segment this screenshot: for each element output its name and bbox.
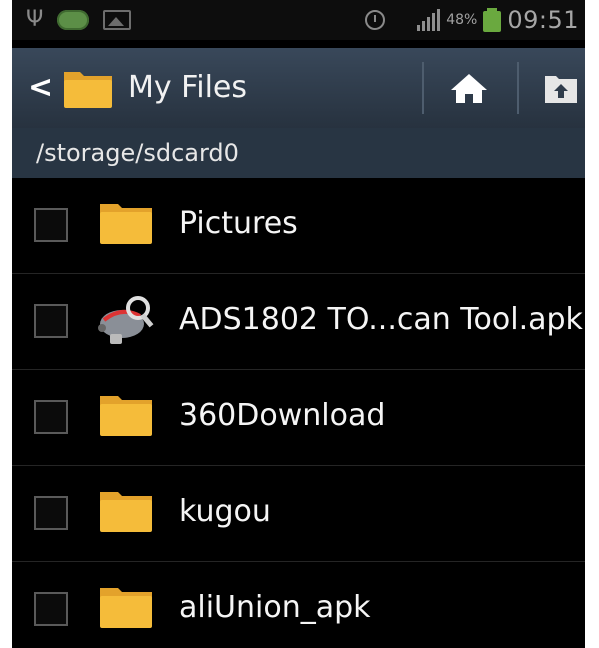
folder-icon [100, 204, 152, 244]
status-clock: 09:51 [507, 6, 579, 34]
breadcrumb: /storage/sdcard0 [12, 128, 585, 178]
list-item-kugou[interactable]: kugou [12, 466, 585, 562]
battery-percent: 48% [446, 12, 478, 28]
action-bar: < My Files [12, 48, 585, 128]
list-item-360download[interactable]: 360Download [12, 370, 585, 466]
file-name: Pictures [179, 206, 298, 241]
notification-icons: Ψ [26, 6, 132, 34]
app-notification-icon [57, 10, 90, 30]
current-path: /storage/sdcard0 [36, 139, 239, 167]
image-icon [103, 10, 132, 30]
home-icon[interactable] [449, 72, 489, 104]
system-icons: 48% 09:51 [365, 0, 579, 40]
alarm-icon [365, 10, 386, 30]
select-checkbox[interactable] [34, 304, 68, 338]
file-list: Pictures ADS1802 TO...can Tool.apk 360Do… [12, 178, 585, 648]
signal-icon [417, 9, 441, 31]
list-item-pictures[interactable]: Pictures [12, 178, 585, 274]
file-name: kugou [179, 494, 271, 529]
list-item-apk[interactable]: ADS1802 TO...can Tool.apk [12, 274, 585, 370]
battery-charging-icon [483, 8, 502, 32]
file-name: aliUnion_apk [179, 590, 371, 625]
select-checkbox[interactable] [34, 208, 68, 242]
scan-tool-apk-icon [98, 296, 154, 344]
file-name: ADS1802 TO...can Tool.apk [179, 302, 583, 337]
phone-screen: Ψ 48% 09:51 < My Files /storage/sdcard0 … [12, 0, 585, 648]
select-checkbox[interactable] [34, 592, 68, 626]
file-name: 360Download [179, 398, 386, 433]
select-checkbox[interactable] [34, 496, 68, 530]
chevron-left-icon[interactable]: < [28, 70, 53, 106]
folder-icon [100, 588, 152, 628]
action-divider [517, 62, 519, 114]
page-title[interactable]: My Files [128, 70, 247, 106]
folder-icon [100, 492, 152, 532]
folder-up-icon[interactable] [544, 72, 578, 104]
usb-icon: Ψ [26, 7, 44, 32]
action-divider [422, 62, 424, 114]
folder-icon [100, 396, 152, 436]
select-checkbox[interactable] [34, 400, 68, 434]
status-bar: Ψ 48% 09:51 [12, 0, 585, 40]
list-item-aliunion-apk[interactable]: aliUnion_apk [12, 562, 585, 648]
folder-icon [64, 72, 112, 108]
